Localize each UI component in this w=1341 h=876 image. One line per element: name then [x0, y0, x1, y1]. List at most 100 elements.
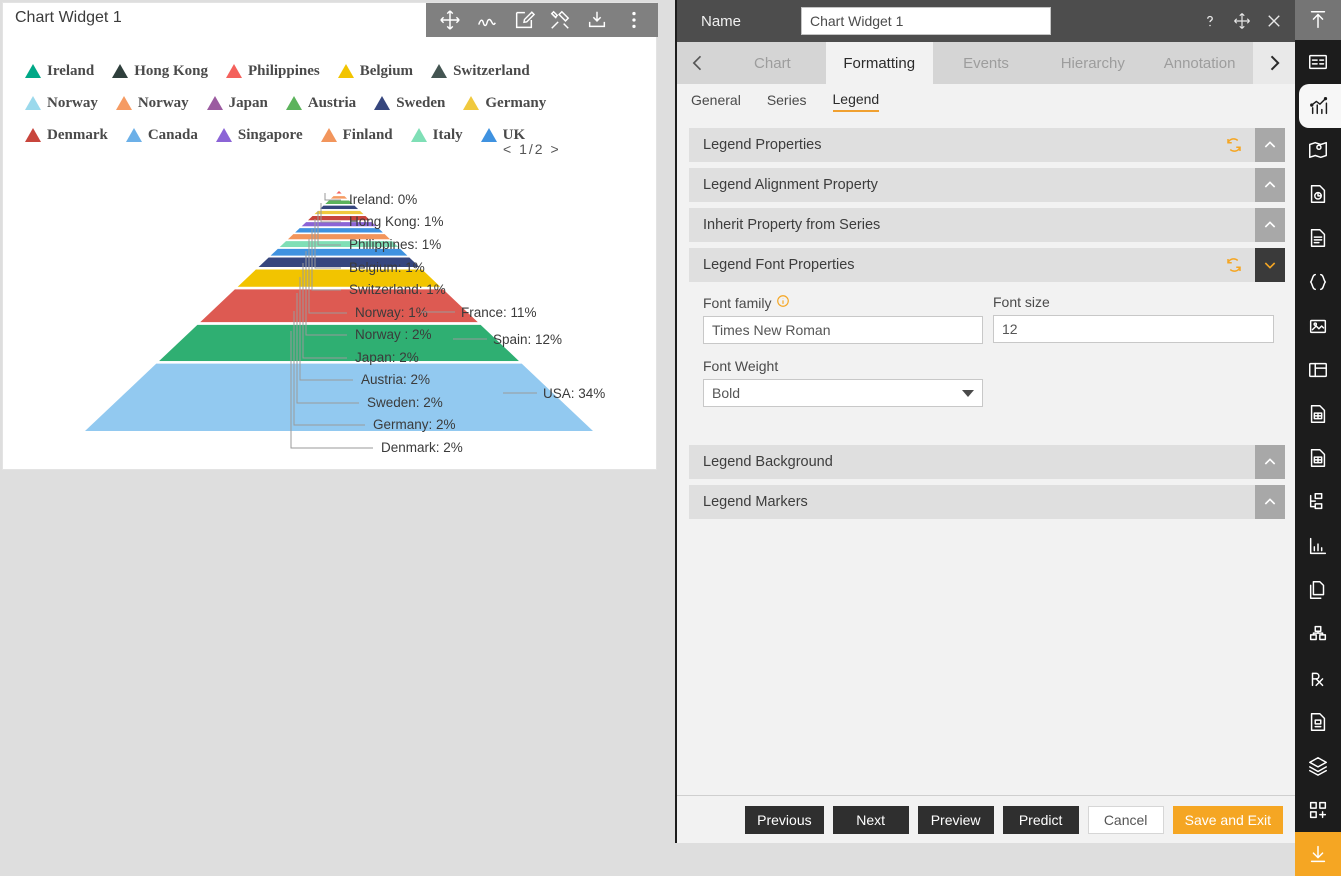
legend-item-philippines[interactable]: Philippines	[226, 63, 320, 80]
legend-item-hong-kong[interactable]: Hong Kong	[112, 63, 208, 80]
legend-item-finland[interactable]: Finland	[320, 127, 393, 144]
help-icon[interactable]	[1199, 10, 1221, 32]
legend-item-austria[interactable]: Austria	[285, 95, 356, 112]
legend-item-japan[interactable]: Japan	[206, 95, 268, 112]
accordion-header-legend-markers[interactable]: Legend Markers	[689, 485, 1285, 519]
rail-layers-icon[interactable]	[1295, 744, 1341, 788]
rail-chart-icon[interactable]	[1299, 84, 1341, 128]
chevron-up-icon[interactable]	[1255, 445, 1285, 479]
preview-button[interactable]: Preview	[917, 805, 994, 834]
tab-formatting[interactable]: Formatting	[825, 42, 933, 84]
pyramid-chart[interactable]: Ireland: 0% Hong Kong: 1% Philippines: 1% B…	[3, 181, 658, 471]
move-icon[interactable]	[1231, 10, 1253, 32]
legend-item-denmark[interactable]: Denmark	[25, 127, 108, 144]
pyramid-band[interactable]	[85, 363, 593, 431]
accordion-header-legend-properties[interactable]: Legend Properties	[689, 128, 1285, 162]
predict-button[interactable]: Predict	[1002, 805, 1079, 834]
scribble-icon[interactable]	[474, 7, 500, 33]
chevron-up-icon[interactable]	[1255, 128, 1285, 162]
widget-name-input[interactable]	[801, 7, 1051, 35]
font-size-input[interactable]	[993, 315, 1274, 343]
next-button[interactable]: Next	[832, 805, 909, 834]
legend-prev-button[interactable]: <	[503, 141, 513, 157]
reset-icon[interactable]	[1225, 256, 1243, 274]
tab-chart[interactable]: Chart	[719, 42, 826, 84]
legend-item-germany[interactable]: Germany	[463, 95, 546, 112]
legend-item-ireland[interactable]: Ireland	[25, 63, 94, 80]
rail-image-icon[interactable]	[1295, 304, 1341, 348]
download-icon[interactable]	[584, 7, 610, 33]
rail-map-icon[interactable]	[1295, 128, 1341, 172]
pyramid-band[interactable]	[268, 255, 410, 258]
rail-spreadsheet-icon[interactable]	[1295, 436, 1341, 480]
pyramid-band[interactable]	[317, 209, 361, 211]
legend-marker-triangle-icon	[125, 128, 142, 142]
accordion-section: Legend Font Properties Font family Font si…	[689, 248, 1285, 439]
rail-copy-file-icon[interactable]	[1295, 568, 1341, 612]
chart-legend: Ireland Hong Kong Philippines Belgium Switze…	[25, 55, 639, 151]
tab-annotation[interactable]: Annotation	[1146, 42, 1253, 84]
chart-widget-card[interactable]: Chart Widget 1 Ireland Hong Kong Philipp…	[2, 2, 658, 471]
pyramid-band[interactable]	[336, 191, 342, 194]
font-weight-select[interactable]: Bold	[703, 379, 983, 407]
save-and-exit-button[interactable]: Save and Exit	[1172, 805, 1283, 834]
rail-upload-icon[interactable]	[1295, 0, 1341, 40]
subtab-general[interactable]: General	[691, 92, 741, 111]
rail-file-grid-icon[interactable]	[1295, 392, 1341, 436]
rail-cubes-icon[interactable]	[1295, 612, 1341, 656]
pyramid-band[interactable]	[330, 196, 348, 199]
pyramid-band[interactable]	[197, 322, 481, 325]
cancel-button[interactable]: Cancel	[1087, 805, 1164, 834]
legend-item-norway[interactable]: Norway	[25, 95, 98, 112]
legend-next-button[interactable]: >	[550, 141, 560, 157]
legend-item-label: Norway	[137, 94, 189, 111]
accordion-header-inherit-property-from-series[interactable]: Inherit Property from Series	[689, 208, 1285, 242]
rail-add-widget-icon[interactable]	[1295, 788, 1341, 832]
rail-document-icon[interactable]	[1295, 216, 1341, 260]
pyramid-band[interactable]	[333, 193, 345, 197]
tab-scroll-left-button[interactable]	[677, 42, 719, 84]
chevron-up-icon[interactable]	[1255, 208, 1285, 242]
tab-label: Annotation	[1163, 54, 1236, 72]
rail-hierarchy-icon[interactable]	[1295, 480, 1341, 524]
accordion-header-legend-alignment-property[interactable]: Legend Alignment Property	[689, 168, 1285, 202]
rail-download-icon[interactable]	[1295, 832, 1341, 876]
legend-item-canada[interactable]: Canada	[125, 127, 198, 144]
chevron-up-icon[interactable]	[1255, 168, 1285, 202]
edit-icon[interactable]	[511, 7, 537, 33]
more-vertical-icon[interactable]	[621, 7, 647, 33]
previous-button[interactable]: Previous	[745, 805, 824, 834]
tab-scroll-right-button[interactable]	[1252, 42, 1295, 84]
legend-pager[interactable]: < 1/2 >	[503, 141, 561, 157]
legend-item-singapore[interactable]: Singapore	[215, 127, 303, 144]
legend-item-belgium[interactable]: Belgium	[337, 63, 413, 80]
chevron-down-icon[interactable]	[1255, 248, 1285, 282]
accordion-header-legend-background[interactable]: Legend Background	[689, 445, 1285, 479]
pyramid-band[interactable]	[159, 324, 519, 362]
chevron-up-icon[interactable]	[1255, 485, 1285, 519]
rail-bar-chart-icon[interactable]	[1295, 524, 1341, 568]
rail-report-pie-icon[interactable]	[1295, 172, 1341, 216]
tab-events[interactable]: Events	[933, 42, 1040, 84]
legend-item-switzerland[interactable]: Switzerland	[431, 63, 530, 80]
subtab-legend[interactable]: Legend	[832, 91, 880, 112]
move-icon[interactable]	[437, 7, 463, 33]
pyramid-band[interactable]	[156, 361, 522, 364]
rail-dashboard-icon[interactable]	[1295, 40, 1341, 84]
rail-prescription-icon[interactable]	[1295, 656, 1341, 700]
rail-layout-icon[interactable]	[1295, 348, 1341, 392]
font-family-input[interactable]	[703, 316, 983, 344]
rail-code-braces-icon[interactable]	[1295, 260, 1341, 304]
tools-icon[interactable]	[547, 7, 573, 33]
pyramid-band[interactable]	[293, 232, 385, 235]
legend-item-italy[interactable]: Italy	[410, 127, 463, 144]
subtab-series[interactable]: Series	[767, 92, 807, 111]
close-icon[interactable]	[1263, 10, 1285, 32]
legend-item-sweden[interactable]: Sweden	[374, 95, 445, 112]
accordion-header-legend-font-properties[interactable]: Legend Font Properties	[689, 248, 1285, 282]
rail-file-list-icon[interactable]	[1295, 700, 1341, 744]
tab-hierarchy[interactable]: Hierarchy	[1039, 42, 1146, 84]
info-icon[interactable]	[776, 294, 790, 311]
legend-item-norway[interactable]: Norway	[115, 94, 189, 112]
reset-icon[interactable]	[1225, 136, 1243, 154]
